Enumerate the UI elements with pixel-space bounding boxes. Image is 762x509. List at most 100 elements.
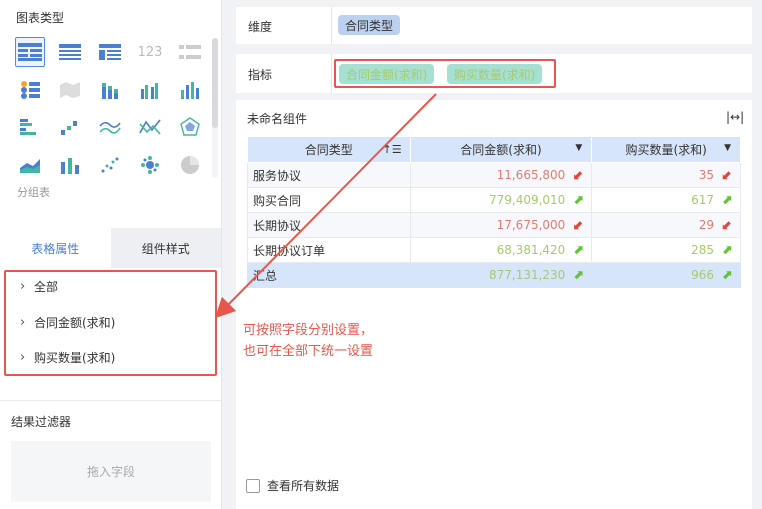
polyline-chart-icon[interactable]	[135, 112, 165, 142]
trend-up-icon: ⬈	[721, 267, 733, 283]
bar-chart-icon[interactable]	[175, 75, 205, 105]
row-name-cell: 服务协议	[247, 162, 411, 188]
map-icon[interactable]	[55, 75, 85, 105]
contract-amount-cell: 17,675,000 ⬋	[409, 212, 593, 238]
purchase-qty-cell: 617 ⬈	[591, 187, 741, 213]
annotation-line: 可按照字段分别设置，	[243, 323, 374, 338]
table-row: 长期协议 17,675,000 ⬋ 29 ⬋	[247, 212, 741, 238]
contract-amount-cell: 877,131,230 ⬈	[409, 262, 593, 288]
column-header-contract-type[interactable]: 合同类型 ↑☰	[247, 136, 411, 163]
divider	[0, 400, 221, 401]
trend-down-icon: ⬋	[572, 167, 584, 183]
trend-down-icon: ⬋	[721, 217, 733, 233]
dimension-field-contract-type[interactable]: 合同类型	[338, 15, 401, 35]
widget-title: 未命名组件	[247, 112, 308, 126]
selected-type-label: 分组表	[17, 186, 50, 199]
trend-down-icon: ⬋	[572, 217, 584, 233]
cross-table-icon[interactable]	[95, 37, 125, 67]
waterfall-icon[interactable]	[55, 112, 85, 142]
grouped-bar-icon[interactable]	[135, 75, 165, 105]
row-name-cell: 长期协议	[247, 212, 411, 238]
property-item-label: 全部	[34, 279, 59, 294]
show-all-label: 查看所有数据	[267, 479, 340, 493]
cell-value: 17,675,000	[496, 217, 566, 232]
properties-highlight-box: › 全部 › 合同金额(求和) › 购买数量(求和)	[4, 270, 217, 376]
purchase-qty-cell: 29 ⬋	[591, 212, 741, 238]
table-row: 购买合同 779,409,010 ⬈ 617 ⬈	[247, 187, 741, 213]
purchase-qty-cell: 35 ⬋	[591, 162, 741, 188]
chart-types-scrollbar[interactable]	[212, 38, 218, 128]
contract-amount-cell: 11,665,800 ⬋	[409, 162, 593, 188]
left-panel: 图表类型 123 分组表 表格属性 组件样式 › 全部 › 合同金额(求和) ›…	[0, 0, 222, 509]
kpi-card-icon[interactable]	[175, 37, 205, 67]
metric-field-purchase-qty[interactable]: 购买数量(求和)	[447, 64, 543, 84]
result-filter-title: 结果过滤器	[11, 415, 72, 429]
chart-types-title: 图表类型	[16, 11, 65, 25]
cell-value: 11,665,800	[496, 167, 566, 182]
trend-up-icon: ⬈	[572, 242, 584, 258]
caret-down-icon[interactable]: ▼	[575, 143, 582, 153]
annotation-text: 可按照字段分别设置， 也可在全部下统一设置	[243, 320, 373, 362]
contract-amount-cell: 68,381,420 ⬈	[409, 237, 593, 263]
column-header-purchase-qty[interactable]: 购买数量(求和) ▼	[591, 136, 741, 163]
metrics-highlight-box: 合同金额(求和) 购买数量(求和)	[334, 59, 556, 88]
area-chart-icon[interactable]	[15, 150, 45, 180]
kpi-number-icon[interactable]: 123	[135, 37, 165, 67]
caret-down-icon[interactable]: ▼	[724, 143, 731, 153]
horizontal-bar-icon[interactable]	[15, 112, 45, 142]
table-widget: 未命名组件 |↔| 合同类型 ↑☰ 合同金额(求和) ▼ 购买数量(求和) ▼ …	[236, 100, 752, 509]
column-header-contract-amount[interactable]: 合同金额(求和) ▼	[409, 136, 593, 163]
property-tabs: 表格属性 组件样式	[0, 228, 221, 268]
pie-chart-icon[interactable]	[175, 150, 205, 180]
trend-up-icon: ⬈	[721, 242, 733, 258]
show-all-data-option[interactable]: 查看所有数据	[246, 477, 339, 494]
data-table: 合同类型 ↑☰ 合同金额(求和) ▼ 购买数量(求和) ▼ 服务协议 11,665…	[247, 136, 741, 288]
metric-field-contract-amount[interactable]: 合同金额(求和)	[339, 64, 435, 84]
detail-table-icon[interactable]	[55, 37, 85, 67]
contract-amount-cell: 779,409,010 ⬈	[409, 187, 593, 213]
list-kpi-icon[interactable]	[15, 75, 45, 105]
trend-up-icon: ⬈	[572, 267, 584, 283]
tab-table-properties[interactable]: 表格属性	[0, 228, 111, 268]
cell-value: 877,131,230	[488, 267, 566, 282]
dimension-bar: 维度 合同类型	[236, 7, 752, 44]
purchase-qty-cell: 966 ⬈	[591, 262, 741, 288]
divider	[331, 54, 332, 93]
annotation-line: 也可在全部下统一设置	[243, 344, 374, 359]
cell-value: 966	[691, 267, 714, 282]
row-name-cell: 汇总	[247, 262, 411, 288]
trend-up-icon: ⬈	[721, 192, 733, 208]
property-item-all[interactable]: › 全部	[20, 276, 58, 296]
filter-drop-zone[interactable]: 拖入字段	[11, 441, 211, 502]
trend-up-icon: ⬈	[572, 192, 584, 208]
cell-value: 285	[691, 242, 714, 257]
dimension-label: 维度	[248, 20, 273, 34]
row-name-cell: 购买合同	[247, 187, 411, 213]
purchase-qty-cell: 285 ⬈	[591, 237, 741, 263]
cell-value: 617	[691, 192, 714, 207]
grouped-table-icon[interactable]	[15, 37, 45, 67]
expand-width-icon[interactable]: |↔|	[726, 110, 744, 124]
bubble-chart-icon[interactable]	[135, 150, 165, 180]
chevron-right-icon: ›	[20, 314, 26, 330]
tab-component-style[interactable]: 组件样式	[110, 228, 221, 268]
cell-value: 779,409,010	[488, 192, 566, 207]
scatter-chart-icon[interactable]	[95, 150, 125, 180]
stacked-bar-icon[interactable]	[95, 75, 125, 105]
cell-value: 35	[698, 167, 714, 182]
table-row: 服务协议 11,665,800 ⬋ 35 ⬋	[247, 162, 741, 188]
chevron-right-icon: ›	[20, 278, 26, 294]
combo-chart-icon[interactable]	[55, 150, 85, 180]
table-total-row: 汇总 877,131,230 ⬈ 966 ⬈	[247, 262, 741, 288]
metric-label: 指标	[248, 68, 273, 82]
property-item-purchase-qty[interactable]: › 购买数量(求和)	[20, 347, 115, 367]
line-chart-icon[interactable]	[95, 112, 125, 142]
radar-chart-icon[interactable]	[175, 112, 205, 142]
row-name-cell: 长期协议订单	[247, 237, 411, 263]
table-row: 长期协议订单 68,381,420 ⬈ 285 ⬈	[247, 237, 741, 263]
sort-icon[interactable]: ↑☰	[383, 143, 402, 156]
divider	[331, 7, 332, 44]
property-item-contract-amount[interactable]: › 合同金额(求和)	[20, 312, 115, 332]
trend-down-icon: ⬋	[721, 167, 733, 183]
show-all-checkbox[interactable]	[246, 478, 260, 493]
